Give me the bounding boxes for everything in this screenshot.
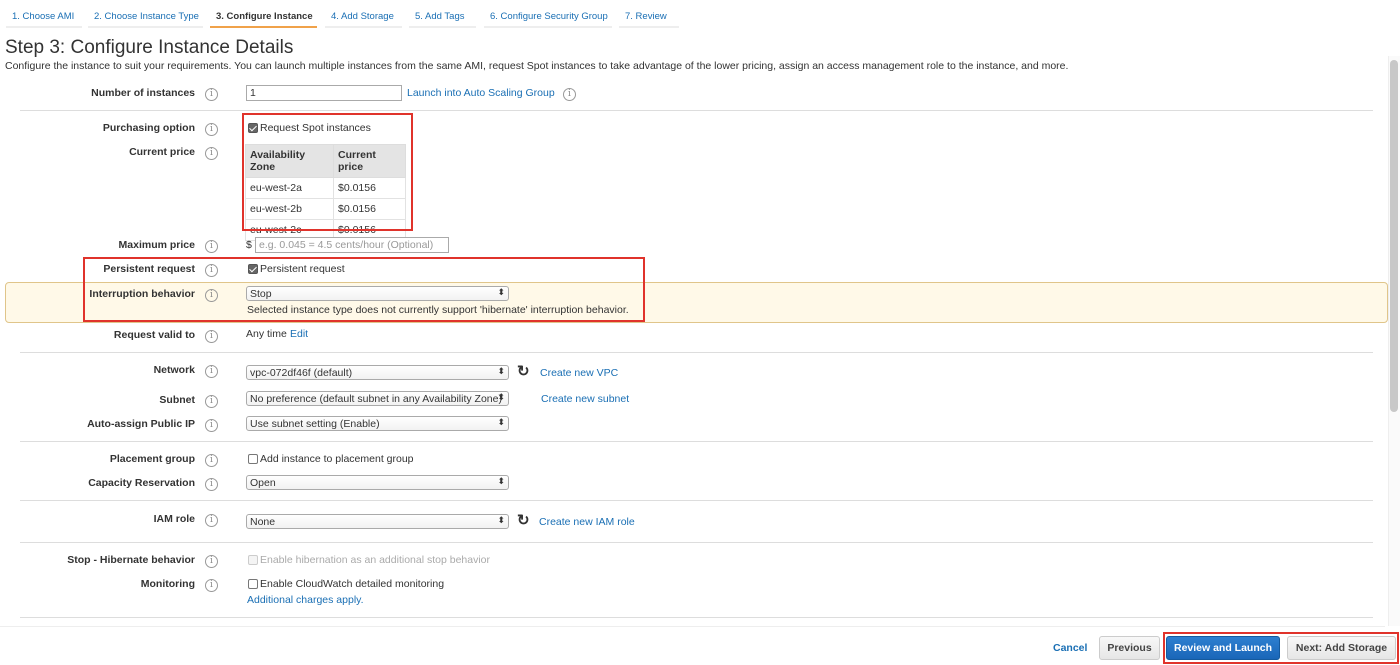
- info-icon[interactable]: i: [205, 365, 218, 378]
- section-divider: [20, 542, 1373, 543]
- section-divider: [20, 110, 1373, 111]
- section-divider: [20, 441, 1373, 442]
- number-of-instances-label: Number of instances: [91, 87, 195, 99]
- iam-role-label: IAM role: [153, 513, 195, 525]
- info-icon[interactable]: i: [205, 454, 218, 467]
- subnet-label: Subnet: [159, 394, 195, 406]
- section-divider: [20, 352, 1373, 353]
- tab-add-tags[interactable]: 5. Add Tags: [409, 7, 476, 28]
- select-arrows-icon: ⬍: [497, 515, 505, 525]
- placement-group-label: Placement group: [109, 453, 195, 465]
- number-of-instances-input[interactable]: [246, 85, 402, 101]
- capacity-reservation-label: Capacity Reservation: [88, 477, 195, 489]
- currency-symbol: $: [246, 239, 252, 251]
- iam-role-value: None: [250, 516, 276, 528]
- info-icon[interactable]: i: [563, 88, 576, 101]
- current-price-label: Current price: [129, 146, 195, 158]
- info-icon[interactable]: i: [205, 579, 218, 592]
- subnet-value: No preference (default subnet in any Ava…: [250, 393, 502, 405]
- edit-link[interactable]: Edit: [290, 328, 308, 340]
- wizard-tabs: 1. Choose AMI 2. Choose Instance Type 3.…: [0, 0, 700, 28]
- additional-charges-link[interactable]: Additional charges apply.: [247, 594, 364, 606]
- maximum-price-input[interactable]: [255, 237, 449, 253]
- info-icon[interactable]: i: [205, 514, 218, 527]
- tab-choose-instance-type[interactable]: 2. Choose Instance Type: [88, 7, 203, 28]
- select-arrows-icon: ⬍: [497, 366, 505, 376]
- refresh-icon[interactable]: ↻: [517, 364, 530, 379]
- cloudwatch-monitoring-label: Enable CloudWatch detailed monitoring: [260, 578, 445, 590]
- info-icon[interactable]: i: [205, 240, 218, 253]
- launch-into-asg-link[interactable]: Launch into Auto Scaling Group: [407, 87, 555, 99]
- section-divider: [20, 500, 1373, 501]
- footer-divider: [0, 626, 1385, 627]
- request-valid-to-value: Any time: [246, 328, 287, 340]
- highlight-box-spot: [242, 113, 413, 231]
- purchasing-option-label: Purchasing option: [102, 122, 195, 134]
- auto-assign-public-ip-label: Auto-assign Public IP: [87, 418, 195, 430]
- create-new-subnet-link[interactable]: Create new subnet: [541, 393, 629, 405]
- select-arrows-icon: ⬍: [497, 476, 505, 486]
- previous-button[interactable]: Previous: [1099, 636, 1160, 660]
- hibernation-checkbox: [248, 555, 258, 565]
- info-icon[interactable]: i: [205, 419, 218, 432]
- info-icon[interactable]: i: [205, 395, 218, 408]
- tab-review[interactable]: 7. Review: [619, 7, 679, 28]
- stop-hibernate-label: Stop - Hibernate behavior: [67, 554, 195, 566]
- info-icon[interactable]: i: [205, 123, 218, 136]
- info-icon[interactable]: i: [205, 555, 218, 568]
- refresh-icon[interactable]: ↻: [517, 513, 530, 528]
- select-arrows-icon: ⬍: [497, 417, 505, 427]
- create-new-vpc-link[interactable]: Create new VPC: [540, 367, 618, 379]
- cloudwatch-monitoring-checkbox[interactable]: [248, 579, 258, 589]
- highlight-box-persistent: [83, 257, 645, 322]
- request-valid-to-label: Request valid to: [113, 329, 195, 341]
- iam-role-select[interactable]: None ⬍: [246, 514, 509, 529]
- network-value: vpc-072df46f (default): [250, 367, 353, 379]
- info-icon[interactable]: i: [205, 478, 218, 491]
- monitoring-label: Monitoring: [140, 578, 195, 590]
- info-icon[interactable]: i: [205, 88, 218, 101]
- page-title: Step 3: Configure Instance Details: [5, 37, 294, 58]
- placement-group-checkbox-label: Add instance to placement group: [260, 453, 414, 465]
- tab-choose-ami[interactable]: 1. Choose AMI: [6, 7, 82, 28]
- create-new-iam-role-link[interactable]: Create new IAM role: [539, 516, 635, 528]
- network-select[interactable]: vpc-072df46f (default) ⬍: [246, 365, 509, 380]
- capacity-reservation-value: Open: [250, 477, 276, 489]
- network-label: Network: [153, 364, 195, 376]
- subnet-select[interactable]: No preference (default subnet in any Ava…: [246, 391, 509, 406]
- auto-assign-public-ip-value: Use subnet setting (Enable): [250, 418, 380, 430]
- section-divider: [20, 617, 1373, 618]
- auto-assign-public-ip-select[interactable]: Use subnet setting (Enable) ⬍: [246, 416, 509, 431]
- placement-group-checkbox[interactable]: [248, 454, 258, 464]
- capacity-reservation-select[interactable]: Open ⬍: [246, 475, 509, 490]
- tab-add-storage[interactable]: 4. Add Storage: [325, 7, 402, 28]
- page-subtitle: Configure the instance to suit your requ…: [5, 60, 1069, 72]
- tab-configure-instance[interactable]: 3. Configure Instance: [210, 7, 317, 28]
- tab-configure-security-group[interactable]: 6. Configure Security Group: [484, 7, 612, 28]
- select-arrows-icon: ⬍: [497, 392, 505, 402]
- hibernation-checkbox-label: Enable hibernation as an additional stop…: [260, 554, 491, 566]
- cancel-link[interactable]: Cancel: [1053, 642, 1087, 654]
- maximum-price-label: Maximum price: [118, 239, 195, 251]
- highlight-box-buttons: [1163, 632, 1399, 664]
- info-icon[interactable]: i: [205, 147, 218, 160]
- scrollbar-thumb[interactable]: [1390, 60, 1398, 412]
- info-icon[interactable]: i: [205, 330, 218, 343]
